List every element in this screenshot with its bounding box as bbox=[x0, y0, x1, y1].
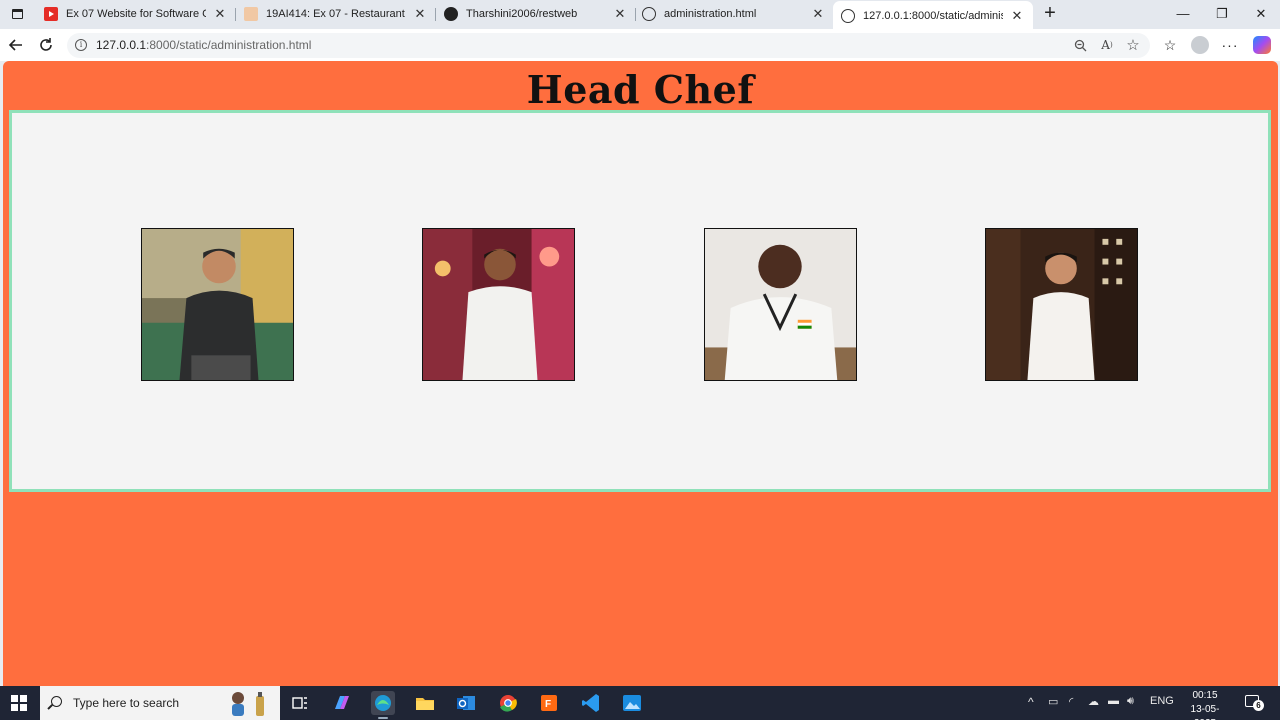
globe-icon bbox=[642, 7, 656, 21]
clock-date: 13-05-2025 bbox=[1190, 704, 1220, 720]
task-view-icon[interactable] bbox=[288, 691, 312, 715]
read-aloud-icon[interactable]: A) bbox=[1099, 37, 1115, 53]
site-icon bbox=[244, 7, 258, 21]
browser-tab-strip: Ex 07 Website for Software Comp ✕ 19AI41… bbox=[0, 0, 1280, 30]
chef-photo-4 bbox=[985, 228, 1138, 381]
back-icon[interactable] bbox=[7, 36, 25, 54]
chef-gallery bbox=[9, 110, 1271, 492]
favorites-icon[interactable]: ☆ bbox=[1161, 36, 1179, 54]
browser-toolbar: i 127.0.0.1:8000/static/administration.h… bbox=[0, 29, 1280, 61]
window-close-icon[interactable]: ✕ bbox=[1248, 4, 1274, 24]
tab-administration-active[interactable]: 127.0.0.1:8000/static/administrati ✕ bbox=[833, 1, 1033, 30]
chef-photo-2 bbox=[422, 228, 575, 381]
close-icon[interactable]: ✕ bbox=[612, 6, 628, 22]
system-clock[interactable]: 00:15 13-05-2025 bbox=[1180, 689, 1230, 720]
edge-app-icon[interactable] bbox=[371, 691, 395, 719]
chef-photo-3 bbox=[704, 228, 857, 381]
network-icon[interactable]: ◜ bbox=[1069, 695, 1073, 708]
notification-count-badge: 6 bbox=[1253, 700, 1264, 711]
windows-start-icon[interactable] bbox=[11, 695, 27, 711]
file-explorer-icon[interactable] bbox=[413, 691, 437, 715]
tab-label: Ex 07 Website for Software Comp bbox=[66, 8, 206, 20]
taskbar-search[interactable]: Type here to search bbox=[40, 686, 280, 720]
profile-avatar[interactable] bbox=[1191, 36, 1209, 54]
tab-label: Tharshini2006/restweb bbox=[466, 8, 578, 20]
tab-github[interactable]: Tharshini2006/restweb ✕ bbox=[436, 0, 636, 28]
tab-label: administration.html bbox=[664, 8, 757, 20]
tab-label: 127.0.0.1:8000/static/administrati bbox=[863, 9, 1003, 22]
tab-label: 19AI414: Ex 07 - Restaurant Webs bbox=[266, 8, 406, 20]
meet-now-icon[interactable]: ▭ bbox=[1048, 695, 1058, 708]
tab-administration-file[interactable]: administration.html ✕ bbox=[634, 0, 834, 28]
volume-icon[interactable]: 🔊︎ bbox=[1127, 695, 1134, 708]
minimize-icon[interactable]: — bbox=[1170, 4, 1196, 24]
page-viewport: Head Chef bbox=[3, 61, 1278, 686]
battery-icon[interactable]: ▬ bbox=[1108, 695, 1119, 707]
copilot-icon[interactable] bbox=[1253, 36, 1271, 54]
svg-text:F: F bbox=[545, 699, 551, 710]
search-icon bbox=[51, 696, 62, 707]
search-highlight-icon bbox=[232, 692, 264, 716]
vscode-icon[interactable] bbox=[579, 691, 603, 715]
close-icon[interactable]: ✕ bbox=[810, 6, 826, 22]
onedrive-icon[interactable]: ☁ bbox=[1088, 695, 1099, 708]
page-title: Head Chef bbox=[526, 67, 755, 112]
clock-time: 00:15 bbox=[1192, 690, 1218, 701]
tab-restaurant-webs[interactable]: 19AI414: Ex 07 - Restaurant Webs ✕ bbox=[236, 0, 436, 28]
chef-photo-1 bbox=[141, 228, 294, 381]
search-placeholder: Type here to search bbox=[73, 696, 180, 710]
taskbar: Type here to search F ^ ▭ ◜ ☁ ▬ 🔊︎ ENG 0… bbox=[0, 686, 1280, 720]
maximize-icon[interactable]: ❐ bbox=[1209, 4, 1235, 24]
photos-app-icon[interactable] bbox=[620, 691, 644, 715]
address-bar[interactable]: i 127.0.0.1:8000/static/administration.h… bbox=[67, 33, 1150, 58]
url-host: 127.0.0.1 bbox=[96, 38, 147, 52]
fitgirl-app-icon[interactable]: F bbox=[537, 691, 561, 715]
tab-youtube[interactable]: Ex 07 Website for Software Comp ✕ bbox=[36, 0, 236, 28]
copilot-app-icon[interactable] bbox=[330, 691, 354, 715]
youtube-icon bbox=[44, 7, 58, 21]
show-hidden-icons-icon[interactable]: ^ bbox=[1028, 695, 1034, 709]
url-text[interactable]: 127.0.0.1:8000/static/administration.htm… bbox=[96, 38, 311, 52]
zoom-icon[interactable] bbox=[1072, 37, 1088, 53]
favorite-star-icon[interactable]: ☆ bbox=[1125, 37, 1141, 54]
site-info-icon[interactable]: i bbox=[75, 39, 87, 51]
close-icon[interactable]: ✕ bbox=[1009, 8, 1025, 24]
url-path: :8000/static/administration.html bbox=[146, 38, 312, 52]
outlook-icon[interactable] bbox=[454, 691, 478, 715]
new-tab-icon[interactable]: + bbox=[1040, 3, 1060, 23]
close-icon[interactable]: ✕ bbox=[212, 6, 228, 22]
globe-icon bbox=[841, 8, 855, 23]
more-options-icon[interactable]: ··· bbox=[1221, 36, 1239, 54]
refresh-icon[interactable] bbox=[37, 36, 55, 54]
chrome-icon[interactable] bbox=[496, 691, 520, 715]
language-indicator[interactable]: ENG bbox=[1150, 695, 1174, 707]
close-icon[interactable]: ✕ bbox=[412, 6, 428, 22]
tab-actions-menu-icon[interactable] bbox=[8, 5, 26, 23]
github-icon bbox=[444, 7, 458, 21]
